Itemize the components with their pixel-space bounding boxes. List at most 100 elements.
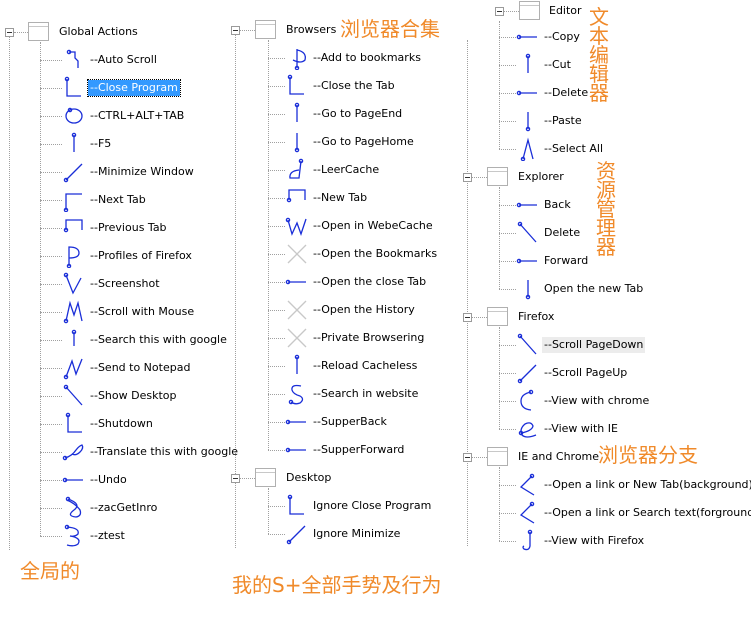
browsers-group-title[interactable]: Browsers (284, 22, 338, 38)
browsers-item[interactable]: --Private Browsering (311, 330, 426, 346)
iechrome-item[interactable]: --View with Firefox (542, 533, 646, 549)
browsers-item[interactable]: --Open the Bookmarks (311, 246, 439, 262)
global-item-connector (40, 88, 62, 89)
gesture-up-right-icon (516, 361, 540, 385)
browsers-item-connector (268, 226, 285, 227)
browsers-item-connector (268, 170, 285, 171)
desktop-item-connector (268, 534, 285, 535)
gesture-none-icon (285, 242, 309, 266)
global-item-connector (40, 256, 62, 257)
gesture-up-right-icon (285, 522, 309, 546)
gesture-left-icon (516, 193, 540, 217)
global-collapse-toggle[interactable] (5, 28, 14, 37)
global-item[interactable]: --Next Tab (88, 192, 148, 208)
iechrome-item[interactable]: --Open a link or Search text(forground) (542, 505, 751, 521)
gesture-right-icon (516, 81, 540, 105)
browsers-item[interactable]: --Open the close Tab (311, 274, 428, 290)
desktop-collapse-toggle[interactable] (231, 474, 240, 483)
browsers-item[interactable]: --LeerCache (311, 162, 381, 178)
global-item[interactable]: --Scroll with Mouse (88, 304, 196, 320)
global-item[interactable]: --ztest (88, 528, 127, 544)
iechrome-group-title[interactable]: IE and Chrome (516, 449, 601, 465)
global-item[interactable]: --Show Desktop (88, 388, 178, 404)
global-item-connector (40, 284, 62, 285)
gesture-e-icon (516, 417, 540, 441)
explorer-branch-line (499, 187, 500, 289)
browsers-item[interactable]: --SupperBack (311, 414, 389, 430)
gesture-c-icon (516, 389, 540, 413)
firefox-group-icon (487, 307, 508, 326)
gesture-none-icon (285, 326, 309, 350)
gesture-up-icon (516, 277, 540, 301)
browsers-item[interactable]: --Open in WebeCache (311, 218, 435, 234)
desktop-item[interactable]: Ignore Minimize (311, 526, 402, 542)
global-item-connector (40, 228, 62, 229)
explorer-group-title[interactable]: Explorer (516, 169, 566, 185)
browsers-item[interactable]: --New Tab (311, 190, 369, 206)
global-item[interactable]: --F5 (88, 136, 113, 152)
global-item-connector (40, 340, 62, 341)
browsers-item[interactable]: --Close the Tab (311, 78, 397, 94)
explorer-item[interactable]: Back (542, 197, 573, 213)
browsers-item[interactable]: --Open the History (311, 302, 417, 318)
global-item[interactable]: --CTRL+ALT+TAB (88, 108, 186, 124)
explorer-connector (472, 177, 487, 178)
global-item[interactable]: --Search this with google (88, 332, 229, 348)
global-item[interactable]: --Screenshot (88, 276, 162, 292)
editor-item[interactable]: --Copy (542, 29, 582, 45)
explorer-item[interactable]: Open the new Tab (542, 281, 645, 297)
desktop-item[interactable]: Ignore Close Program (311, 498, 433, 514)
explorer-item[interactable]: Delete (542, 225, 582, 241)
global-item[interactable]: --Auto Scroll (88, 52, 159, 68)
browsers-connector (240, 30, 255, 31)
desktop-branch-line (268, 488, 269, 534)
firefox-collapse-toggle[interactable] (463, 313, 472, 322)
browsers-item[interactable]: --SupperForward (311, 442, 406, 458)
global-item[interactable]: --Profiles of Firefox (88, 248, 194, 264)
firefox-item[interactable]: --Scroll PageUp (542, 365, 629, 381)
global-item[interactable]: --Translate this with google (88, 444, 240, 460)
gesture-right-icon (516, 25, 540, 49)
browsers-branch-line (268, 40, 269, 450)
global-item[interactable]: --Shutdown (88, 416, 155, 432)
global-item[interactable]: --zacGetInro (88, 500, 159, 516)
global-item-connector (40, 368, 62, 369)
explorer-item-connector (499, 205, 516, 206)
explorer-item-connector (499, 289, 516, 290)
browsers-collapse-toggle[interactable] (231, 26, 240, 35)
firefox-group-title[interactable]: Firefox (516, 309, 556, 325)
editor-group-title[interactable]: Editor (547, 3, 584, 19)
global-item[interactable]: --Previous Tab (88, 220, 169, 236)
firefox-item[interactable]: --View with chrome (542, 393, 651, 409)
iechrome-item[interactable]: --Open a link or New Tab(background) (542, 477, 751, 493)
global-item[interactable]: --Send to Notepad (88, 360, 192, 376)
firefox-item[interactable]: --Scroll PageDown (542, 337, 646, 353)
global-item[interactable]: --Minimize Window (88, 164, 196, 180)
browsers-item[interactable]: --Search in website (311, 386, 420, 402)
global-item[interactable]: --Close Program (87, 79, 181, 97)
browsers-item[interactable]: --Reload Cacheless (311, 358, 419, 374)
iechrome-branch-line (499, 467, 500, 541)
browsers-item[interactable]: --Go to PageEnd (311, 106, 404, 122)
editor-item[interactable]: --Select All (542, 141, 605, 157)
gesture-up-right-down-icon (285, 186, 309, 210)
editor-item[interactable]: --Paste (542, 113, 584, 129)
iechrome-collapse-toggle[interactable] (463, 453, 472, 462)
gesture-m-icon (62, 300, 86, 324)
browsers-item[interactable]: --Go to PageHome (311, 134, 416, 150)
global-connector (14, 32, 28, 33)
global-item-connector (40, 172, 62, 173)
explorer-item[interactable]: Forward (542, 253, 590, 269)
global-item[interactable]: --Undo (88, 472, 129, 488)
desktop-group-title[interactable]: Desktop (284, 470, 333, 486)
firefox-item[interactable]: --View with IE (542, 421, 620, 437)
global-item-connector (40, 480, 62, 481)
browsers-item[interactable]: --Add to bookmarks (311, 50, 423, 66)
global-group-title[interactable]: Global Actions (57, 24, 140, 40)
explorer-collapse-toggle[interactable] (463, 173, 472, 182)
editor-item[interactable]: --Cut (542, 57, 573, 73)
editor-item[interactable]: --Delete (542, 85, 590, 101)
editor-collapse-toggle[interactable] (495, 7, 504, 16)
gesture-curl-icon (62, 440, 86, 464)
iechrome-item-connector (499, 541, 516, 542)
